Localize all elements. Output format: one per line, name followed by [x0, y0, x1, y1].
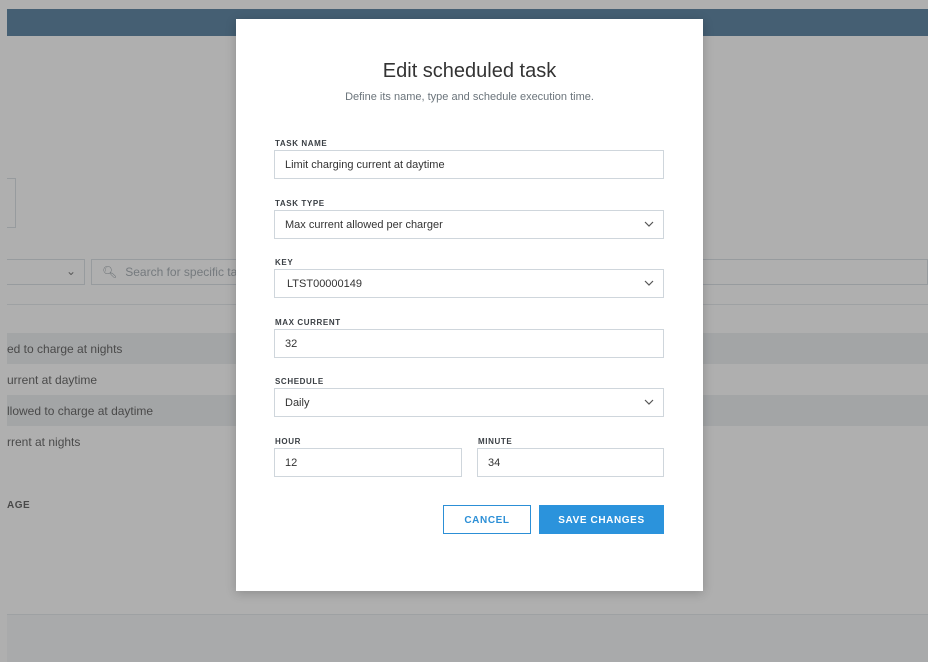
save-changes-button[interactable]: SAVE CHANGES — [539, 505, 664, 534]
chevron-down-icon — [644, 278, 654, 288]
key-label: KEY — [275, 258, 294, 267]
minute-input[interactable]: 34 — [477, 448, 664, 477]
dialog-title: Edit scheduled task — [382, 60, 557, 82]
task-type-select[interactable]: Max current allowed per charger — [274, 210, 664, 239]
dialog-subtitle: Define its name, type and schedule execu… — [345, 91, 594, 103]
cancel-button[interactable]: CANCEL — [443, 505, 531, 534]
edit-task-dialog: Edit scheduled task Define its name, typ… — [236, 19, 703, 591]
task-type-value: Max current allowed per charger — [285, 219, 443, 231]
hour-input[interactable]: 12 — [274, 448, 462, 477]
chevron-down-icon — [644, 219, 654, 229]
key-value: LTST00000149 — [287, 278, 363, 290]
chevron-down-icon — [644, 397, 654, 407]
schedule-select[interactable]: Daily — [274, 388, 664, 417]
hour-label: HOUR — [275, 437, 301, 446]
schedule-value: Daily — [285, 397, 310, 409]
task-type-label: TASK TYPE — [275, 199, 325, 208]
max-current-input[interactable]: 32 — [274, 329, 664, 358]
task-name-label: TASK NAME — [275, 139, 328, 148]
key-select[interactable]: LTST00000149 — [274, 269, 664, 298]
minute-label: MINUTE — [478, 437, 513, 446]
max-current-label: MAX CURRENT — [275, 318, 341, 327]
task-name-input[interactable]: Limit charging current at daytime — [274, 150, 664, 179]
schedule-label: SCHEDULE — [275, 377, 324, 386]
